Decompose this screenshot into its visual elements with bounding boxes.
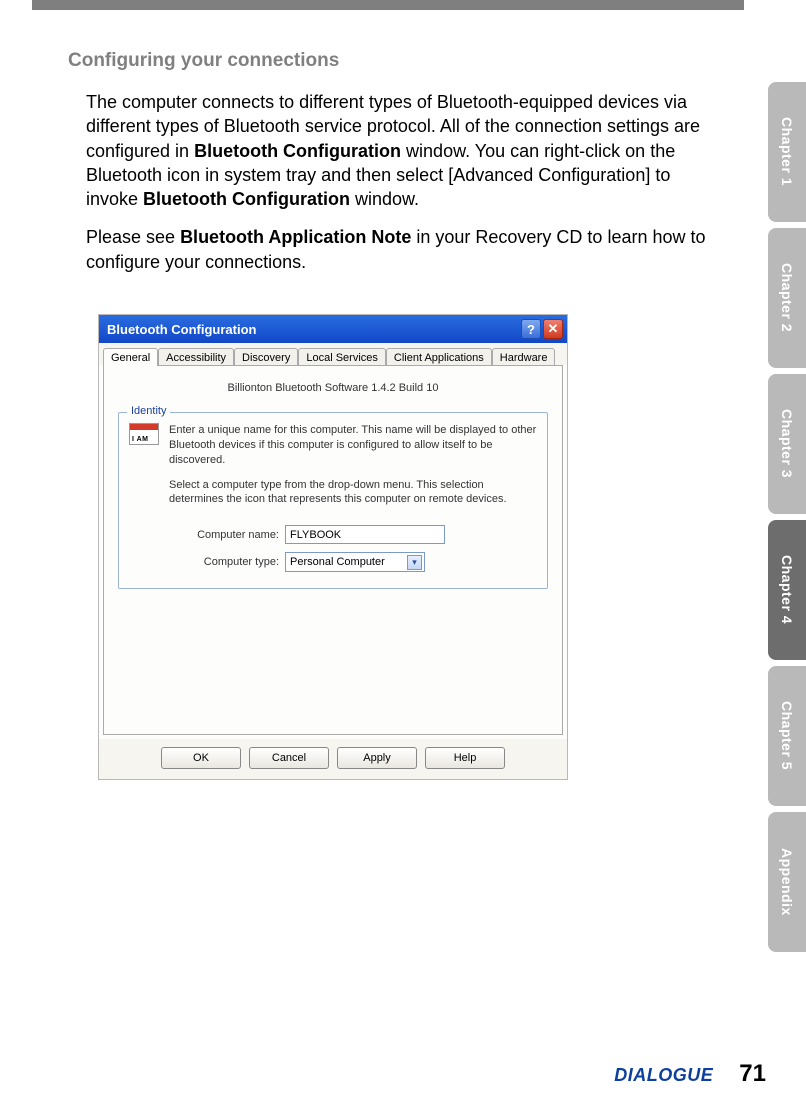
page-number: 71: [739, 1060, 766, 1088]
sidebar-label: Appendix: [779, 848, 795, 916]
dialog-title: Bluetooth Configuration: [107, 322, 519, 337]
brand-logo-text: DIALOGUE: [614, 1065, 713, 1086]
sidebar-chapter-3[interactable]: Chapter 3: [768, 374, 806, 514]
help-icon: ?: [527, 322, 535, 337]
sidebar-chapter-2[interactable]: Chapter 2: [768, 228, 806, 368]
identity-p2: Select a computer type from the drop-dow…: [169, 478, 537, 508]
computer-name-input[interactable]: [285, 525, 445, 544]
apply-button[interactable]: Apply: [337, 747, 417, 769]
para1-text-c: window.: [350, 189, 419, 209]
bluetooth-config-dialog: Bluetooth Configuration ? ✕ General Acce…: [98, 314, 568, 780]
identity-fieldset: Identity I AM Enter a unique name for th…: [118, 412, 548, 589]
tab-accessibility[interactable]: Accessibility: [158, 348, 234, 366]
para1-bold-1: Bluetooth Configuration: [194, 141, 401, 161]
computer-type-label: Computer type:: [175, 556, 285, 568]
computer-type-select[interactable]: Personal Computer ▾: [285, 552, 425, 572]
page-content: Configuring your connections The compute…: [68, 50, 708, 780]
identity-legend: Identity: [127, 405, 170, 417]
computer-name-label: Computer name:: [175, 529, 285, 541]
para2-text-a: Please see: [86, 227, 180, 247]
tab-discovery[interactable]: Discovery: [234, 348, 298, 366]
para2-bold: Bluetooth Application Note: [180, 227, 411, 247]
computer-name-row: Computer name:: [175, 525, 537, 544]
sidebar-chapter-4[interactable]: Chapter 4: [768, 520, 806, 660]
tab-local-services[interactable]: Local Services: [298, 348, 386, 366]
sidebar-chapter-5[interactable]: Chapter 5: [768, 666, 806, 806]
computer-type-row: Computer type: Personal Computer ▾: [175, 552, 537, 572]
dialog-button-row: OK Cancel Apply Help: [99, 739, 567, 779]
computer-type-value: Personal Computer: [290, 556, 385, 568]
para1-bold-2: Bluetooth Configuration: [143, 189, 350, 209]
tab-general[interactable]: General: [103, 348, 158, 366]
paragraph-1: The computer connects to different types…: [86, 90, 708, 211]
ok-button[interactable]: OK: [161, 747, 241, 769]
tab-hardware[interactable]: Hardware: [492, 348, 556, 366]
sidebar-label: Chapter 2: [779, 263, 795, 332]
sidebar-appendix[interactable]: Appendix: [768, 812, 806, 952]
identity-p1: Enter a unique name for this computer. T…: [169, 423, 537, 468]
software-version-line: Billionton Bluetooth Software 1.4.2 Buil…: [118, 382, 548, 394]
paragraph-2: Please see Bluetooth Application Note in…: [86, 225, 708, 274]
close-icon: ✕: [548, 321, 559, 337]
sidebar-label: Chapter 4: [779, 555, 795, 624]
titlebar-close-button[interactable]: ✕: [543, 319, 563, 339]
page-top-rule: [32, 0, 744, 10]
titlebar-help-button[interactable]: ?: [521, 319, 541, 339]
sidebar-chapter-1[interactable]: Chapter 1: [768, 82, 806, 222]
dialog-titlebar[interactable]: Bluetooth Configuration ? ✕: [99, 315, 567, 343]
dialog-body: Billionton Bluetooth Software 1.4.2 Buil…: [103, 365, 563, 735]
side-chapter-tabs: Chapter 1 Chapter 2 Chapter 3 Chapter 4 …: [768, 82, 806, 958]
page-footer: DIALOGUE 71: [614, 1060, 766, 1088]
sidebar-label: Chapter 1: [779, 117, 795, 186]
cancel-button[interactable]: Cancel: [249, 747, 329, 769]
identity-icon-text: I AM: [132, 436, 149, 443]
chevron-down-icon: ▾: [407, 555, 422, 570]
sidebar-label: Chapter 3: [779, 409, 795, 478]
sidebar-label: Chapter 5: [779, 701, 795, 770]
dialog-tabs: General Accessibility Discovery Local Se…: [99, 343, 567, 365]
identity-description: Enter a unique name for this computer. T…: [169, 423, 537, 517]
help-button[interactable]: Help: [425, 747, 505, 769]
section-heading: Configuring your connections: [68, 50, 708, 72]
tab-client-applications[interactable]: Client Applications: [386, 348, 492, 366]
identity-icon: I AM: [129, 423, 159, 445]
